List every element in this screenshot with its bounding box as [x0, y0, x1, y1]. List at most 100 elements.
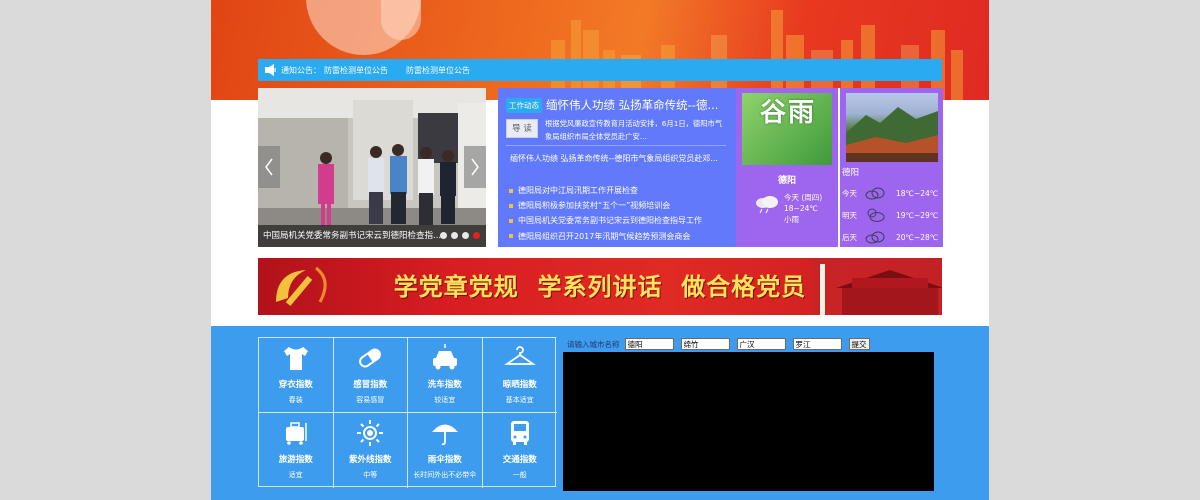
car-wash-icon	[432, 344, 457, 370]
hero-figure-shape	[381, 0, 421, 40]
carousel-dot[interactable]	[451, 232, 458, 239]
forecast-day: 后天	[842, 232, 857, 242]
scenic-illustration	[846, 107, 938, 162]
speaker-icon	[265, 64, 276, 76]
weather-today-line: 今天 (周四)	[784, 193, 823, 202]
index-name: 雨伞指数	[427, 455, 462, 465]
news-panel: 工作动态 缅怀伟人功绩 弘扬革命传统--德... 导 读 根据党风廉政宣传教育月…	[498, 88, 736, 247]
weather-today-line: 18~24℃	[784, 204, 818, 213]
scenic-photo	[846, 93, 938, 162]
news-carousel[interactable]: 中国局机关党委常务副书记宋云到德阳检查指...	[258, 88, 486, 247]
notice-link[interactable]: 防雷检测单位公告	[406, 65, 470, 76]
luggage-icon	[285, 422, 307, 445]
submit-button[interactable]: 提交	[848, 338, 870, 350]
news-item-text: 德阳局组织召开2017年汛期气候趋势预测会商会	[518, 231, 691, 241]
solar-term-image: 谷雨	[742, 93, 832, 165]
solar-term-text: 谷雨	[760, 98, 817, 128]
carousel-dot-active[interactable]	[473, 232, 480, 239]
news-list-item[interactable]: 德阳局积极参加扶贫村“五个一”视频培训会	[509, 198, 702, 213]
city-search-form: 请输入城市名称 提交	[567, 338, 870, 350]
news-item-text: 中国局机关党委常务副书记宋云到德阳检查指导工作	[518, 216, 702, 226]
weather-panel: 谷雨 德阳 今天 (周四) 18~24℃ 小雨 德阳 今天 18℃~24℃ 明天…	[736, 88, 943, 247]
weather-map-embed[interactable]	[563, 352, 934, 491]
index-value: 长时间外出不必带伞	[413, 471, 477, 479]
carousel-dot[interactable]	[440, 232, 447, 239]
index-value: 春装	[288, 396, 303, 404]
city-input[interactable]	[736, 338, 786, 350]
news-divider	[506, 145, 726, 146]
news-headline[interactable]: 缅怀伟人功绩 弘扬革命传统--德...	[546, 97, 718, 113]
news-list-item[interactable]: 德阳局组织召开2017年汛期气候趋势预测会商会	[509, 229, 702, 244]
forecast-row: 今天 18℃~24℃	[842, 185, 942, 201]
bullet-icon	[509, 203, 513, 208]
weather-city: 德阳	[777, 176, 796, 186]
index-name: 穿衣指数	[278, 380, 313, 390]
forecast-city: 德阳	[842, 168, 860, 178]
index-value: 适宜	[288, 471, 303, 479]
index-name: 旅游指数	[278, 455, 313, 465]
index-cell[interactable]: 紫外线指数 中等	[334, 413, 408, 488]
weather-today-line: 小雨	[784, 215, 799, 224]
index-cell[interactable]: 交通指数 一般	[483, 413, 558, 488]
forecast-temp: 18℃~24℃	[896, 188, 939, 198]
forecast-row: 后天 20℃~28℃	[842, 229, 942, 245]
carousel-dot[interactable]	[462, 232, 469, 239]
index-name: 交通指数	[502, 455, 537, 465]
read-button[interactable]: 导 读	[506, 119, 538, 138]
index-cell[interactable]: 洗车指数 较适宜	[408, 338, 483, 413]
city-skyline	[551, 10, 963, 100]
forecast-day: 今天	[842, 188, 857, 198]
news-item-text: 德阳局积极参加扶贫村“五个一”视频培训会	[518, 201, 671, 211]
news-list: 德阳局对中江局汛期工作开展检查 德阳局积极参加扶贫村“五个一”视频培训会 中国局…	[509, 183, 702, 244]
city-input[interactable]	[792, 338, 842, 350]
city-input[interactable]	[680, 338, 730, 350]
party-banner[interactable]: 学党章党规 学系列讲话 做合格党员	[258, 258, 942, 315]
cloudy-icon	[865, 187, 885, 200]
light-rain-icon	[756, 196, 778, 214]
chevron-right-icon	[471, 158, 479, 176]
news-badge: 工作动态	[506, 98, 542, 113]
bullet-icon	[509, 219, 513, 223]
chevron-left-icon	[265, 158, 273, 176]
sun-icon	[357, 420, 384, 446]
page: 通知公告： 防雷检测单位公告 防雷检测单位公告 中国局机关党委常务副书记宋云到德…	[211, 0, 989, 500]
bullet-icon	[509, 188, 513, 193]
cloudy-icon	[865, 231, 885, 244]
carousel-dots	[440, 232, 480, 239]
tiananmen-icon	[812, 258, 942, 315]
news-item-text: 德阳局对中江局汛期工作开展检查	[518, 186, 638, 195]
tshirt-icon	[283, 347, 308, 370]
forecast-temp: 20℃~28℃	[896, 232, 939, 242]
index-name: 紫外线指数	[348, 455, 392, 465]
index-value: 容易感冒	[356, 396, 385, 404]
weather-forecast-column: 德阳 今天 18℃~24℃ 明天 19℃~29℃ 后天 20℃~28℃	[840, 88, 943, 247]
carousel-prev-button[interactable]	[258, 146, 280, 188]
index-value: 基本适宜	[505, 396, 534, 404]
index-cell[interactable]: 感冒指数 容易感冒	[333, 338, 408, 413]
carousel-next-button[interactable]	[464, 146, 486, 188]
news-summary[interactable]: 根据党风廉政宣传教育月活动安排，6月1日，德阳市气象局组织市局全体党员赴广安..…	[545, 117, 729, 143]
index-cell[interactable]: 旅游指数 适宜	[259, 413, 334, 488]
notice-link[interactable]: 防雷检测单位公告	[324, 65, 388, 76]
life-index-grid: 穿衣指数 春装 感冒指数 容易感冒 洗车指数 较适宜 晾晒指数 基本适宜 旅游指…	[258, 337, 558, 488]
index-cell[interactable]: 穿衣指数 春装	[259, 338, 334, 413]
notice-label: 通知公告：	[281, 65, 321, 75]
carousel-photo	[258, 88, 486, 247]
index-name: 感冒指数	[353, 380, 388, 390]
news-feature-link[interactable]: 缅怀伟人功绩 弘扬革命传统--德阳市气象局组织党员赴邓...	[510, 152, 726, 165]
news-list-item[interactable]: 德阳局对中江局汛期工作开展检查	[509, 183, 702, 198]
forecast-temp: 19℃~29℃	[896, 210, 939, 220]
life-index-section: 穿衣指数 春装 感冒指数 容易感冒 洗车指数 较适宜 晾晒指数 基本适宜 旅游指…	[211, 326, 989, 500]
city-form-label: 请输入城市名称	[567, 339, 620, 349]
city-input[interactable]	[624, 338, 674, 350]
index-value: 一般	[512, 471, 527, 479]
notice-bar: 通知公告： 防雷检测单位公告 防雷检测单位公告	[258, 59, 942, 81]
index-cell[interactable]: 雨伞指数 长时间外出不必带伞	[408, 413, 483, 488]
hanger-icon	[503, 346, 536, 365]
index-value: 较适宜	[434, 396, 456, 404]
news-list-item[interactable]: 中国局机关党委常务副书记宋云到德阳检查指导工作	[509, 213, 702, 228]
bullet-icon	[509, 234, 513, 239]
index-cell[interactable]: 晾晒指数 基本适宜	[482, 338, 557, 413]
forecast-day: 明天	[842, 210, 857, 220]
index-name: 洗车指数	[427, 380, 462, 390]
